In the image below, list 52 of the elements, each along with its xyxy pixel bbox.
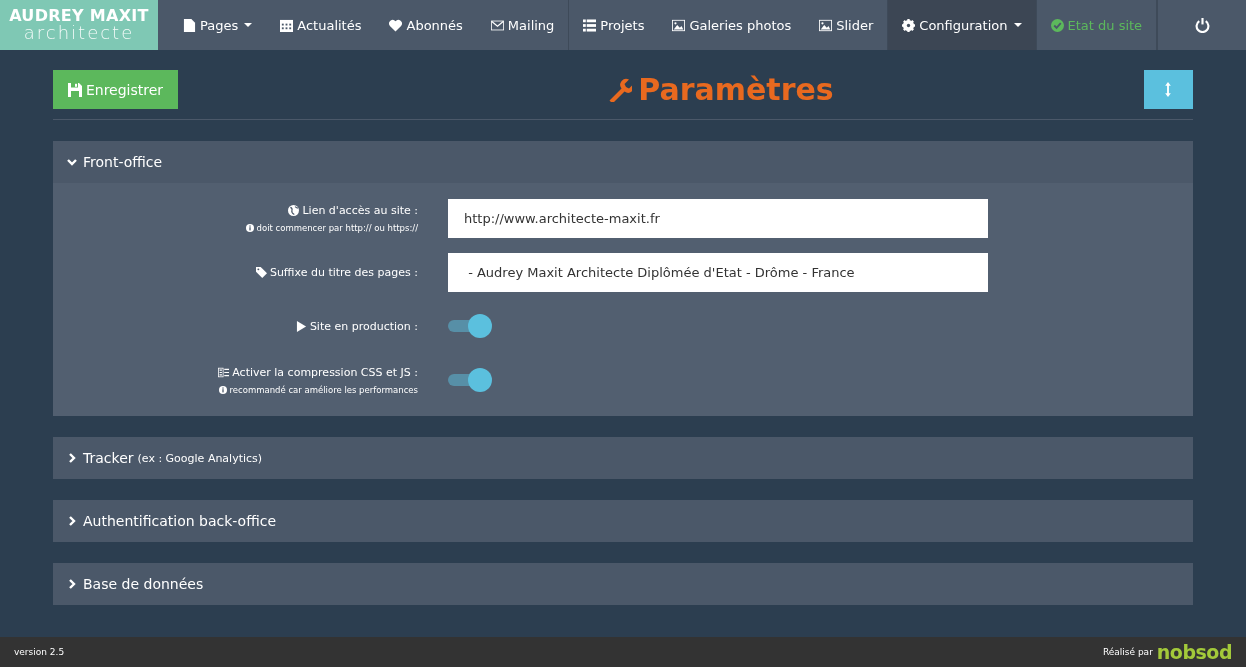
info-icon	[218, 385, 227, 394]
nav-item[interactable]: Projets	[569, 0, 659, 50]
brand-name: AUDREY MAXIT	[9, 8, 149, 24]
panel-header[interactable]: Front-office	[53, 141, 1193, 183]
panel-header[interactable]: Base de données	[53, 563, 1193, 605]
file-icon	[183, 18, 196, 32]
field-label: Site en production :	[295, 319, 418, 333]
field-label: Activer la compression CSS et JS :	[218, 365, 418, 379]
chevron-icon	[67, 516, 77, 526]
tag-icon	[255, 266, 267, 278]
heart-icon	[389, 18, 403, 32]
company-logo[interactable]: nobsod	[1156, 641, 1232, 663]
play-icon	[295, 320, 307, 332]
caret-icon	[244, 23, 253, 27]
toggle-switch[interactable]	[448, 314, 494, 338]
panel-note: (ex : Google Analytics)	[137, 451, 263, 465]
list-icon	[583, 18, 597, 32]
chevron-icon	[67, 453, 77, 463]
text-field[interactable]: - Audrey Maxit Architecte Diplômée d'Etat - Drôme - France	[448, 252, 988, 292]
chevron-icon	[67, 579, 77, 589]
image-icon	[819, 18, 833, 32]
nav-item[interactable]: Actualités	[266, 0, 376, 50]
up-down-arrows-icon	[1164, 82, 1173, 97]
nav-item[interactable]: Pages	[158, 0, 267, 50]
credit-text: Réalisé par	[1102, 647, 1153, 657]
power-icon	[1194, 17, 1210, 33]
chevron-icon	[67, 157, 77, 167]
wrench-icon	[608, 77, 633, 102]
code-file-icon	[218, 366, 230, 378]
panel-header[interactable]: Authentification back-office	[53, 500, 1193, 542]
settings-icon	[902, 18, 916, 32]
version-text: version 2.5	[14, 647, 65, 657]
panel-header[interactable]: Tracker (ex : Google Analytics)	[53, 437, 1193, 479]
image-icon	[672, 18, 686, 32]
brand-subtitle: architecte	[23, 24, 135, 42]
field-label: Suffixe du titre des pages :	[255, 265, 418, 279]
envelope-icon	[490, 18, 504, 32]
field-hint: doit commencer par http:// ou https://	[245, 222, 418, 233]
globe-icon	[288, 204, 300, 216]
page-title: Paramètres	[608, 72, 834, 107]
toggle-switch[interactable]	[448, 368, 494, 392]
calendar-icon	[280, 18, 294, 32]
nav-item[interactable]: Abonnés	[375, 0, 477, 50]
nav-item[interactable]: Mailing	[476, 0, 570, 50]
info-icon	[245, 223, 254, 232]
field-hint: recommandé car améliore les performances	[218, 384, 418, 395]
text-field[interactable]: http://www.architecte-maxit.fr	[448, 198, 988, 238]
nav-item[interactable]: Galeries photos	[658, 0, 806, 50]
field-label: Lien d'accès au site :	[288, 203, 418, 217]
nav-item[interactable]: Configuration	[888, 0, 1037, 50]
caret-icon	[1013, 23, 1022, 27]
check-circle-icon	[1050, 18, 1064, 32]
